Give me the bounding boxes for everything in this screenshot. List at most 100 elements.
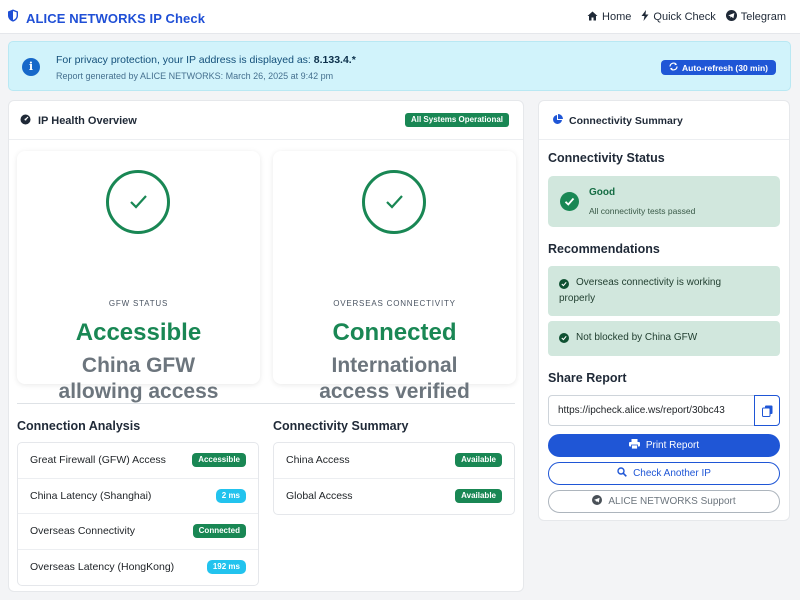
list-item-label: China Latency (Shanghai) (30, 489, 152, 502)
nav-telegram-label: Telegram (740, 11, 786, 23)
copy-button[interactable] (754, 395, 780, 426)
check-icon (130, 195, 147, 209)
check-another-ip-label: Check Another IP (633, 468, 711, 479)
printer-icon (628, 439, 640, 452)
gfw-desc-line2: allowing access (58, 380, 219, 403)
check-icon (386, 195, 403, 209)
print-report-label: Print Report (645, 440, 700, 451)
list-item-label: Overseas Latency (HongKong) (30, 561, 175, 574)
brand-title: ALICE NETWORKS IP Check (26, 10, 206, 26)
gfw-status-label: GFW STATUS (108, 299, 169, 308)
recommendation-text: Not blocked by China GFW (576, 332, 698, 343)
connectivity-status-box: Good All connectivity tests passed (548, 176, 780, 227)
share-report-heading: Share Report (548, 371, 627, 385)
top-navbar: ALICE NETWORKS IP Check Home Quick Check… (0, 0, 800, 34)
list-item-label: China Access (286, 454, 350, 467)
support-button[interactable]: ALICE NETWORKS Support (548, 490, 780, 513)
gfw-status-panel: GFW STATUS Accessible China GFW allowing… (17, 151, 260, 403)
recommendation-item: Not blocked by China GFW (548, 321, 780, 356)
search-icon (617, 467, 627, 480)
status-badge: Available (455, 453, 502, 468)
connection-analysis-list: Great Firewall (GFW) Access Accessible C… (17, 442, 259, 586)
telegram-icon (725, 10, 737, 24)
copy-icon (762, 405, 773, 417)
home-icon (587, 11, 598, 24)
bolt-icon (641, 10, 649, 24)
connectivity-summary-list: China Access Available Global Access Ava… (273, 442, 515, 515)
section-divider (17, 403, 515, 404)
list-item: Overseas Latency (HongKong) 192 ms (18, 550, 258, 586)
overseas-desc-line2: access verified (319, 380, 470, 403)
privacy-message: For privacy protection, your IP address … (56, 54, 356, 66)
print-report-button[interactable]: Print Report (548, 434, 780, 457)
overseas-status-description: International access verified (273, 353, 516, 405)
side-card-header: Connectivity Summary (539, 101, 789, 140)
status-badge: Connected (192, 524, 246, 539)
overseas-status-panel: OVERSEAS CONNECTIVITY Connected Internat… (273, 151, 516, 403)
list-item-label: Global Access (286, 490, 353, 503)
gfw-desc-line1: China GFW (81, 354, 196, 377)
report-generated-text: Report generated by ALICE NETWORKS: Marc… (56, 71, 334, 81)
masked-ip: 8.133.4.* (313, 54, 356, 66)
latency-badge: 192 ms (206, 560, 246, 575)
privacy-message-text: For privacy protection, your IP address … (56, 54, 314, 66)
list-item: China Access Available (274, 443, 514, 479)
list-item: Overseas Connectivity Connected (18, 514, 258, 550)
status-badge: Accessible (192, 453, 246, 468)
side-card-title-text: Connectivity Summary (569, 115, 683, 127)
overseas-status-label: OVERSEAS CONNECTIVITY (333, 299, 456, 308)
list-item-label: Overseas Connectivity (30, 525, 136, 538)
gfw-check-circle (106, 170, 170, 234)
nav-quick-check[interactable]: Quick Check (641, 10, 716, 24)
overseas-desc-line1: International (331, 354, 458, 377)
connectivity-status-heading: Connectivity Status (548, 151, 665, 165)
sync-icon (669, 62, 678, 73)
overseas-check-circle (362, 170, 426, 234)
check-circle-icon (559, 333, 569, 343)
gauge-icon (20, 114, 31, 128)
ip-health-card: IP Health Overview All Systems Operation… (8, 100, 524, 592)
check-another-ip-button[interactable]: Check Another IP (548, 462, 780, 485)
share-url-input[interactable] (548, 395, 755, 426)
telegram-icon (592, 495, 603, 508)
connectivity-summary-title: Connectivity Summary (273, 419, 409, 433)
side-card-title: Connectivity Summary (552, 114, 683, 128)
auto-refresh-label: Auto-refresh (30 min) (682, 62, 768, 73)
list-item-label: Great Firewall (GFW) Access (30, 454, 166, 467)
nav-home-label: Home (602, 11, 632, 23)
support-label: ALICE NETWORKS Support (608, 496, 736, 507)
list-item: Great Firewall (GFW) Access Accessible (18, 443, 258, 479)
recommendation-item: Overseas connectivity is working properl… (548, 266, 780, 316)
check-circle-icon (560, 192, 579, 211)
latency-badge: 2 ms (215, 488, 246, 503)
systems-status-badge: All Systems Operational (404, 113, 509, 127)
connectivity-summary-card: Connectivity Summary Connectivity Status… (538, 100, 790, 521)
status-badge: Available (455, 489, 502, 504)
gfw-status-value: Accessible (75, 319, 202, 346)
ip-health-header: IP Health Overview All Systems Operation… (9, 101, 523, 140)
ip-health-title-text: IP Health Overview (38, 115, 137, 127)
connection-analysis-title: Connection Analysis (17, 419, 141, 433)
recommendation-line1: Overseas connectivity is working (576, 277, 722, 288)
auto-refresh-badge[interactable]: Auto-refresh (30 min) (661, 60, 776, 75)
privacy-alert: i For privacy protection, your IP addres… (8, 41, 791, 91)
share-url-group (548, 395, 780, 426)
ip-health-title: IP Health Overview (20, 114, 137, 128)
check-circle-icon (559, 279, 569, 289)
recommendation-text: Overseas connectivity is working properl… (559, 275, 722, 307)
recommendation-line2: properly (559, 293, 596, 304)
recommendations-heading: Recommendations (548, 242, 660, 256)
info-icon: i (22, 58, 40, 76)
status-subtitle: All connectivity tests passed (589, 206, 696, 216)
shield-icon (7, 9, 19, 27)
list-item: Global Access Available (274, 479, 514, 515)
nav-telegram[interactable]: Telegram (725, 10, 786, 24)
brand[interactable]: ALICE NETWORKS IP Check (7, 9, 205, 27)
nav-quick-check-label: Quick Check (653, 11, 716, 23)
gfw-status-description: China GFW allowing access (17, 353, 260, 405)
list-item: China Latency (Shanghai) 2 ms (18, 479, 258, 514)
main-nav: Home Quick Check Telegram (587, 10, 786, 24)
status-title: Good (589, 187, 616, 198)
pie-chart-icon (552, 114, 563, 128)
nav-home[interactable]: Home (587, 10, 631, 24)
